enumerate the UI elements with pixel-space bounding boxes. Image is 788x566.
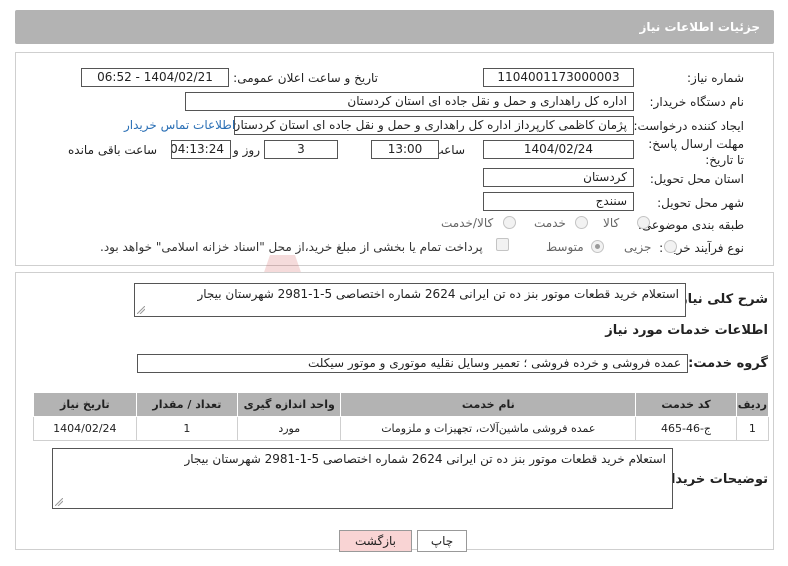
requester-label: ایجاد کننده درخواست: bbox=[633, 119, 744, 133]
buyer-contact-link[interactable]: اطلاعات تماس خریدار bbox=[124, 118, 235, 132]
service-group-label: گروه خدمت: bbox=[688, 356, 768, 371]
category-goods-service-radio[interactable] bbox=[503, 216, 516, 229]
col-row-number: ردیف bbox=[735, 392, 770, 417]
col-service-code: کد خدمت bbox=[635, 392, 737, 417]
col-unit: واحد اندازه گیری bbox=[237, 392, 342, 417]
category-goods-label: کالا bbox=[603, 216, 620, 230]
buyer-org-field: اداره کل راهداری و حمل و نقل جاده ای است… bbox=[185, 92, 634, 111]
deadline-time-field: 13:00 bbox=[371, 140, 439, 159]
col-service-name: نام خدمت bbox=[340, 392, 637, 417]
page-title: جزئیات اطلاعات نیاز bbox=[639, 20, 760, 34]
remaining-label: ساعت باقی مانده bbox=[68, 143, 158, 157]
cell-service-code: ج-46-465 bbox=[635, 416, 737, 441]
col-need-date: تاریخ نیاز bbox=[33, 392, 137, 417]
treasury-payment-note: پرداخت تمام یا بخشی از مبلغ خرید،از محل … bbox=[100, 240, 483, 254]
category-goods-radio[interactable] bbox=[637, 216, 650, 229]
print-button[interactable]: چاپ bbox=[417, 530, 467, 552]
category-service-label: خدمت bbox=[534, 216, 566, 230]
city-field: سنندج bbox=[483, 192, 634, 211]
requester-field: پژمان کاظمی کارپرداز اداره کل راهداری و … bbox=[234, 116, 634, 135]
cell-service-name: عمده فروشی ماشین‌آلات، تجهیزات و ملزومات bbox=[340, 416, 637, 441]
back-button[interactable]: بازگشت bbox=[339, 530, 412, 552]
buyer-notes-text: استعلام خرید قطعات موتور بنز ده تن ایران… bbox=[184, 452, 666, 466]
summary-textarea: استعلام خرید قطعات موتور بنز ده تن ایران… bbox=[134, 283, 686, 317]
cell-unit: مورد bbox=[237, 416, 342, 441]
process-minor-radio[interactable] bbox=[664, 240, 677, 253]
services-info-title: اطلاعات خدمات مورد نیاز bbox=[605, 323, 768, 338]
remaining-days-field: 3 bbox=[264, 140, 338, 159]
deadline-label: مهلت ارسال پاسخ: تا تاریخ: bbox=[644, 136, 744, 168]
remaining-time-field: 04:13:24 bbox=[171, 140, 231, 159]
city-label: شهر محل تحویل: bbox=[657, 196, 744, 210]
process-minor-label: جزیی bbox=[624, 240, 652, 254]
cell-need-date: 1404/02/24 bbox=[33, 416, 137, 441]
need-number-field: 1104001173000003 bbox=[483, 68, 634, 87]
summary-text: استعلام خرید قطعات موتور بنز ده تن ایران… bbox=[197, 287, 679, 301]
province-label: استان محل تحویل: bbox=[649, 172, 744, 186]
table-header-row: ردیف کد خدمت نام خدمت واحد اندازه گیری ت… bbox=[33, 392, 770, 417]
services-table: ردیف کد خدمت نام خدمت واحد اندازه گیری ت… bbox=[33, 392, 770, 441]
resize-grip-icon bbox=[55, 498, 63, 506]
need-number-label: شماره نیاز: bbox=[687, 71, 744, 85]
cell-quantity: 1 bbox=[135, 416, 239, 441]
category-goods-service-label: کالا/خدمت bbox=[441, 216, 494, 230]
announce-datetime-field: 1404/02/21 - 06:52 bbox=[81, 68, 229, 87]
category-service-radio[interactable] bbox=[575, 216, 588, 229]
province-field: کردستان bbox=[483, 168, 634, 187]
buyer-notes-label: توضیحات خریدار: bbox=[658, 472, 768, 487]
deadline-date-field: 1404/02/24 bbox=[483, 140, 634, 159]
process-medium-radio[interactable] bbox=[591, 240, 604, 253]
buyer-notes-textarea: استعلام خرید قطعات موتور بنز ده تن ایران… bbox=[52, 448, 673, 509]
buyer-org-label: نام دستگاه خریدار: bbox=[649, 95, 745, 109]
cell-row-number: 1 bbox=[735, 416, 770, 441]
category-label: طبقه بندی موضوعی: bbox=[637, 218, 744, 232]
deadline-label-text: مهلت ارسال پاسخ: تا تاریخ: bbox=[648, 137, 744, 167]
service-group-field: عمده فروشی و خرده فروشی ؛ تعمیر وسایل نق… bbox=[137, 354, 688, 373]
process-medium-label: متوسط bbox=[546, 240, 584, 254]
treasury-payment-checkbox[interactable] bbox=[496, 238, 509, 251]
announce-datetime-label: تاریخ و ساعت اعلان عمومی: bbox=[233, 71, 378, 85]
days-label: روز و bbox=[233, 143, 260, 157]
page-header: جزئیات اطلاعات نیاز bbox=[15, 10, 774, 44]
resize-grip-icon bbox=[137, 306, 145, 314]
col-quantity: تعداد / مقدار bbox=[135, 392, 239, 417]
table-row: 1 ج-46-465 عمده فروشی ماشین‌آلات، تجهیزا… bbox=[33, 416, 770, 441]
summary-label: شرح کلی نیاز: bbox=[674, 292, 768, 307]
